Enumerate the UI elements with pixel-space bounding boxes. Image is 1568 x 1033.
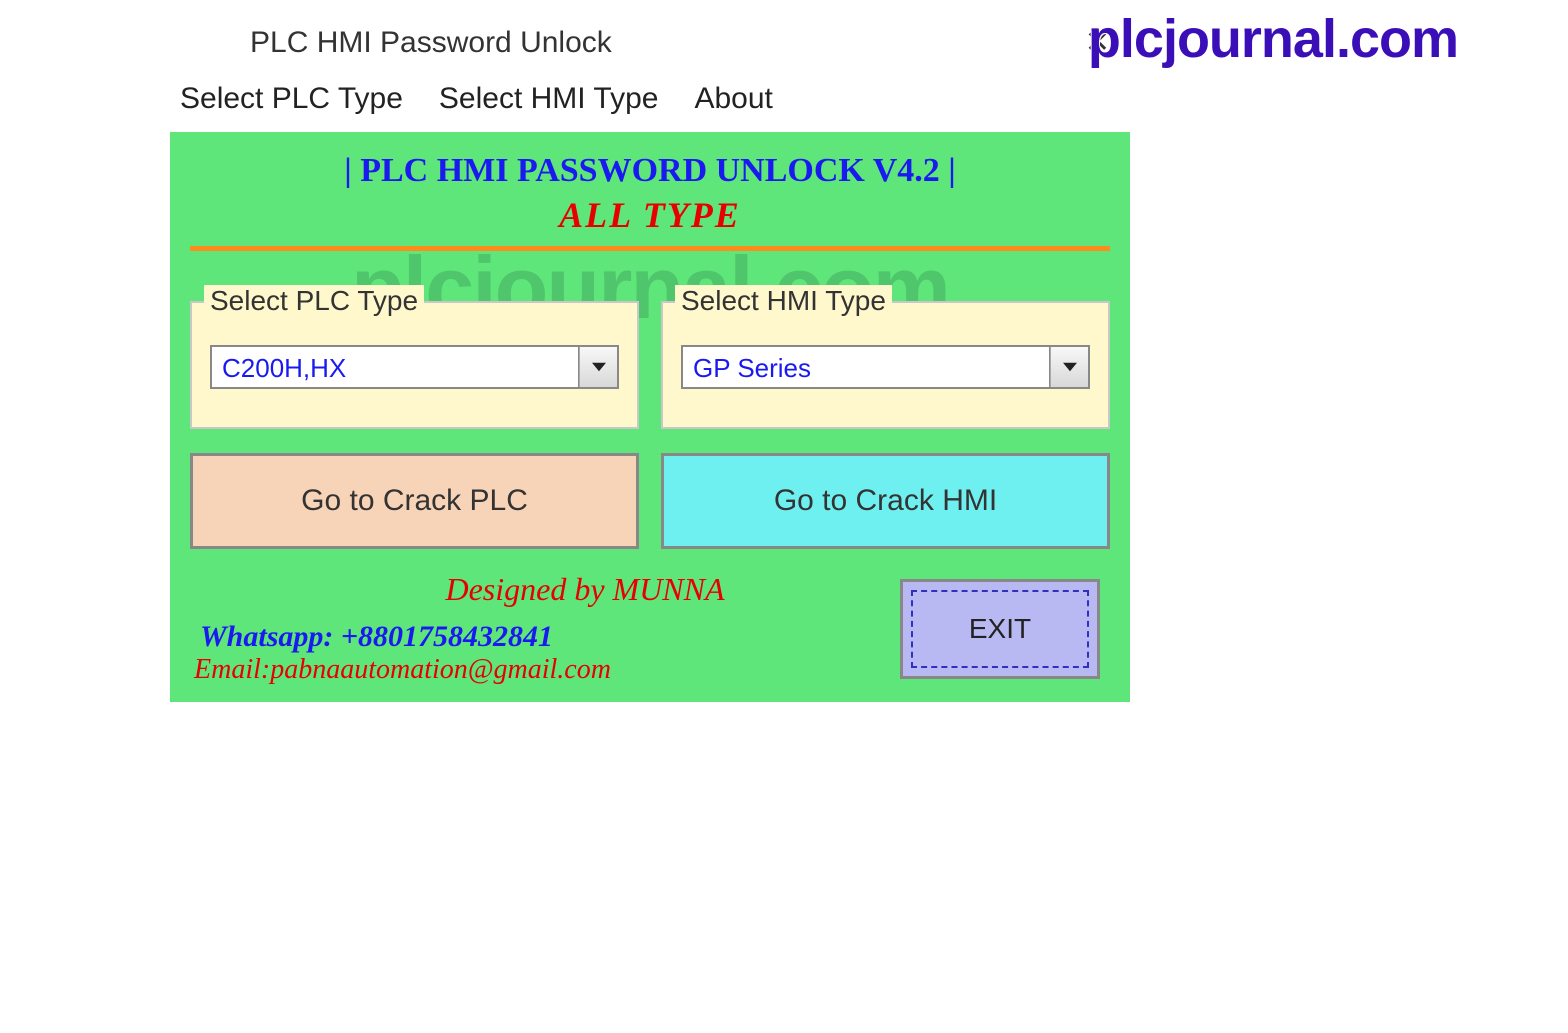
- panel-subtitle: ALL TYPE: [190, 194, 1110, 236]
- email-contact: Email:pabnaautomation@gmail.com: [194, 654, 900, 686]
- selector-row: Select PLC Type C200H,HX Select HMI Type…: [190, 301, 1110, 429]
- exit-button[interactable]: EXIT: [900, 579, 1100, 679]
- window-title: PLC HMI Password Unlock: [250, 26, 612, 60]
- plc-type-value: C200H,HX: [212, 347, 579, 387]
- menu-select-hmi[interactable]: Select HMI Type: [439, 82, 659, 116]
- crack-hmi-button[interactable]: Go to Crack HMI: [661, 453, 1110, 549]
- footer: Designed by MUNNA Whatsapp: +88017584328…: [190, 571, 1110, 686]
- titlebar: PLC HMI Password Unlock ✕: [170, 15, 1130, 70]
- designed-by: Designed by MUNNA: [270, 571, 900, 608]
- crack-plc-button[interactable]: Go to Crack PLC: [190, 453, 639, 549]
- main-panel: | PLC HMI PASSWORD UNLOCK V4.2 | ALL TYP…: [170, 132, 1130, 702]
- crack-hmi-label: Go to Crack HMI: [774, 484, 997, 518]
- brand-overlay: plcjournal.com: [1088, 8, 1458, 70]
- credits: Designed by MUNNA Whatsapp: +88017584328…: [190, 571, 900, 686]
- chevron-down-icon[interactable]: [1050, 347, 1088, 387]
- plc-type-combobox[interactable]: C200H,HX: [210, 345, 619, 389]
- chevron-down-icon[interactable]: [579, 347, 617, 387]
- exit-label: EXIT: [969, 613, 1031, 645]
- plc-group-legend: Select PLC Type: [204, 285, 424, 317]
- hmi-type-value: GP Series: [683, 347, 1050, 387]
- app-window: PLC HMI Password Unlock ✕ Select PLC Typ…: [170, 15, 1130, 702]
- menu-select-plc[interactable]: Select PLC Type: [180, 82, 403, 116]
- hmi-type-combobox[interactable]: GP Series: [681, 345, 1090, 389]
- menu-about[interactable]: About: [694, 82, 772, 116]
- hmi-type-group: Select HMI Type GP Series: [661, 301, 1110, 429]
- plc-type-group: Select PLC Type C200H,HX: [190, 301, 639, 429]
- whatsapp-contact: Whatsapp: +8801758432841: [200, 620, 900, 654]
- action-row: Go to Crack PLC Go to Crack HMI: [190, 453, 1110, 549]
- divider: [190, 246, 1110, 251]
- menubar: Select PLC Type Select HMI Type About: [170, 70, 1130, 132]
- crack-plc-label: Go to Crack PLC: [301, 484, 528, 518]
- hmi-group-legend: Select HMI Type: [675, 285, 892, 317]
- panel-title: | PLC HMI PASSWORD UNLOCK V4.2 |: [190, 152, 1110, 190]
